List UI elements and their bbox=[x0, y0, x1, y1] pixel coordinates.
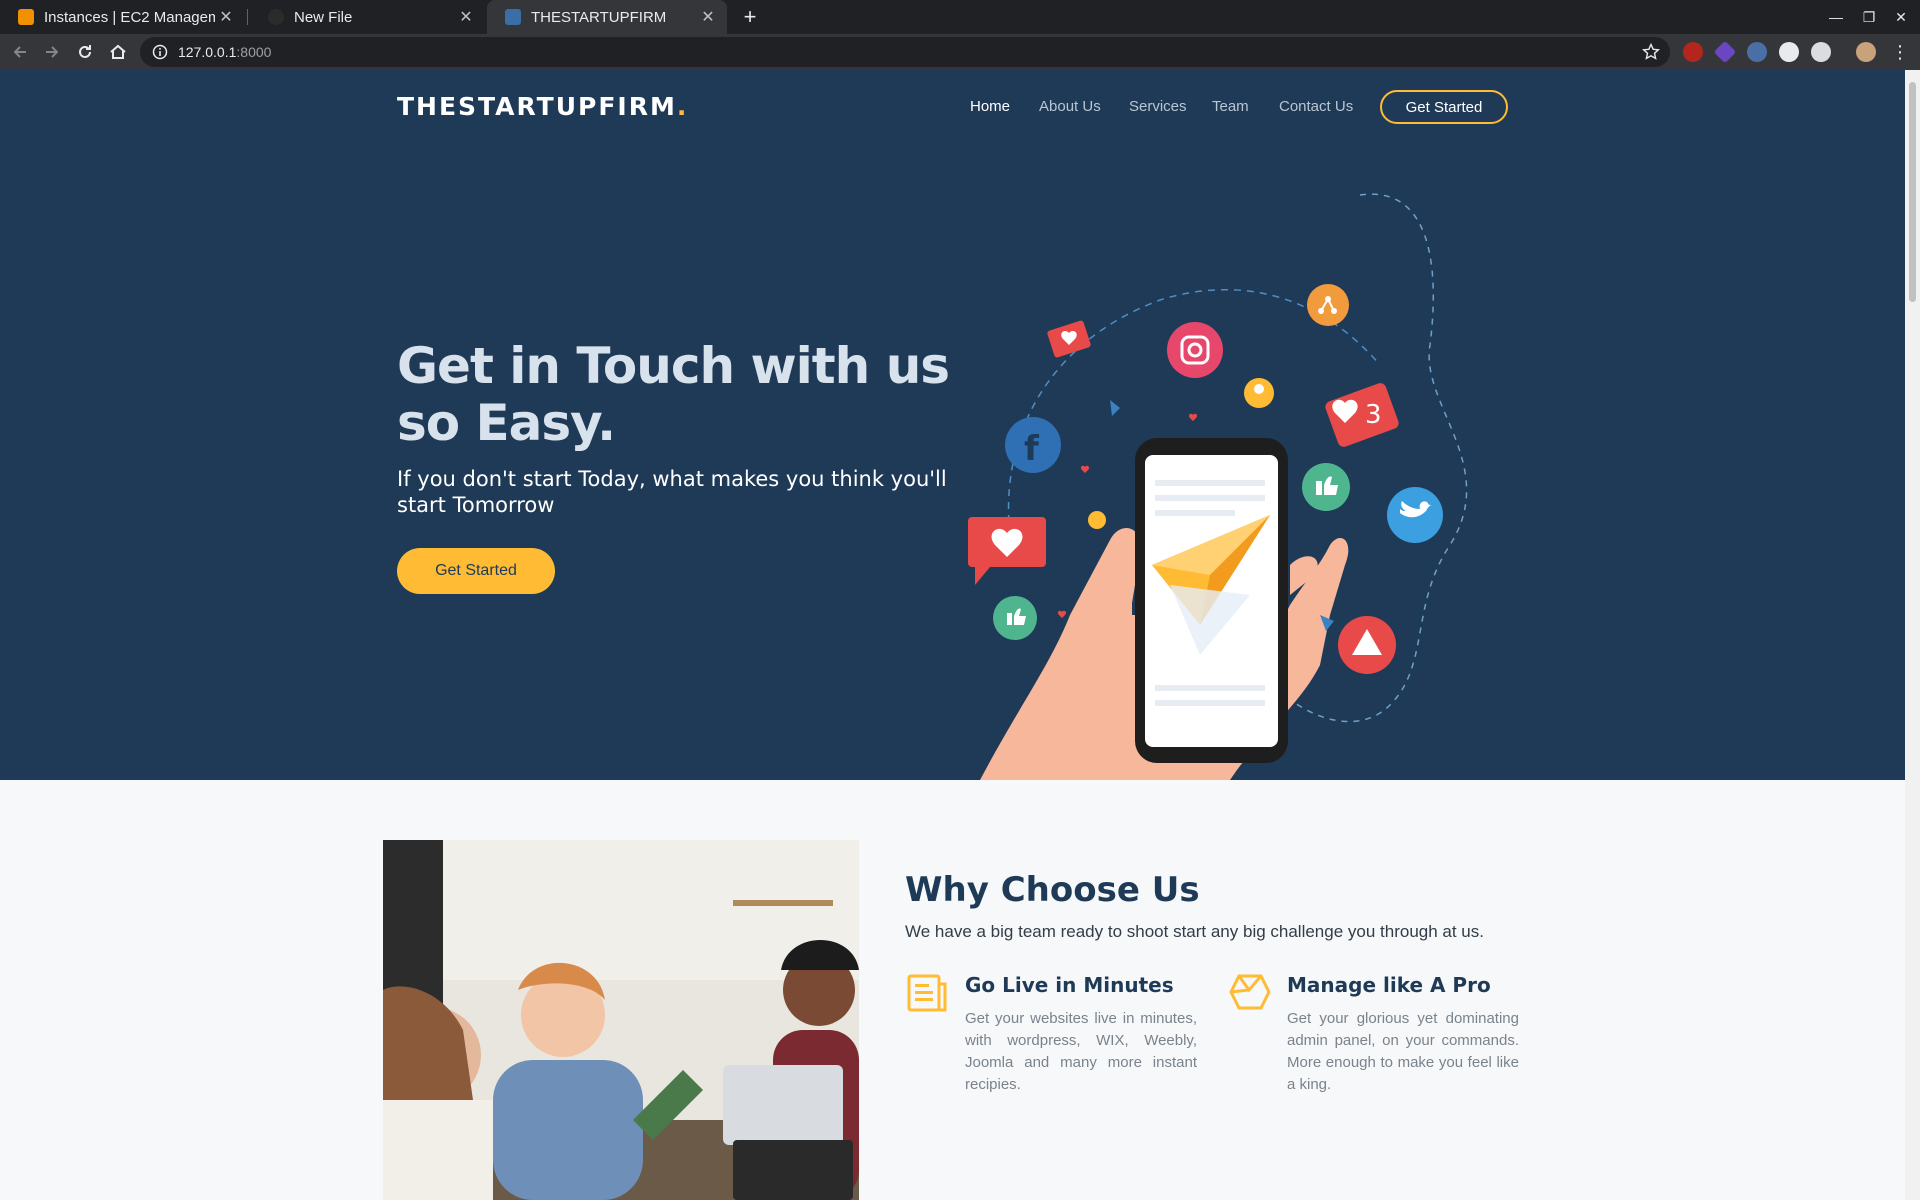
extension-icon[interactable] bbox=[1779, 42, 1799, 62]
restore-icon[interactable]: ❐ bbox=[1858, 6, 1880, 28]
url-host: 127.0.0.1 bbox=[178, 44, 237, 60]
header-get-started-button[interactable]: Get Started bbox=[1380, 90, 1508, 124]
extension-icon[interactable] bbox=[1811, 42, 1831, 62]
logo-dot: . bbox=[676, 92, 689, 121]
feature-title: Manage like A Pro bbox=[1287, 973, 1491, 997]
forward-icon[interactable] bbox=[40, 40, 64, 64]
page-scrollbar[interactable] bbox=[1905, 70, 1920, 1200]
close-icon[interactable]: ✕ bbox=[697, 6, 719, 28]
hero-subtitle: If you don't start Today, what makes you… bbox=[397, 467, 947, 517]
instagram-icon bbox=[1167, 322, 1223, 378]
address-bar[interactable]: 127.0.0.1:8000 bbox=[140, 37, 1670, 67]
tab-new-file[interactable]: New File ✕ bbox=[250, 0, 485, 34]
info-icon[interactable] bbox=[152, 44, 168, 60]
feature-text: Get your glorious yet dominating admin p… bbox=[1287, 1010, 1519, 1093]
feature-title: Go Live in Minutes bbox=[965, 973, 1174, 997]
minimize-icon[interactable]: — bbox=[1825, 6, 1847, 28]
tab-title: Instances | EC2 Management Console bbox=[44, 8, 215, 26]
github-icon bbox=[268, 9, 284, 25]
site-logo[interactable]: THESTARTUPFIRM. bbox=[397, 92, 688, 121]
ublock-extension-icon[interactable] bbox=[1683, 42, 1703, 62]
thumb-icon bbox=[1110, 400, 1120, 416]
likes-badge bbox=[1325, 383, 1399, 447]
team-photo bbox=[383, 840, 859, 1200]
nav-contact-us[interactable]: Contact Us bbox=[1279, 98, 1353, 115]
tab-title: THESTARTUPFIRM bbox=[531, 8, 667, 26]
page-viewport: THESTARTUPFIRM. Home About Us Services T… bbox=[0, 70, 1905, 1200]
close-icon[interactable]: ✕ bbox=[455, 6, 477, 28]
back-icon[interactable] bbox=[8, 40, 32, 64]
hero-title: Get in Touch with us so Easy. bbox=[397, 337, 950, 452]
document-icon bbox=[907, 974, 947, 1012]
feature-text: Get your websites live in minutes, with … bbox=[965, 1010, 1197, 1093]
tab-separator bbox=[247, 9, 248, 25]
extension-icon[interactable] bbox=[1713, 40, 1737, 64]
nav-services[interactable]: Services bbox=[1129, 98, 1187, 115]
site-icon bbox=[505, 9, 521, 25]
tab-ec2[interactable]: Instances | EC2 Management Console ✕ bbox=[0, 0, 245, 34]
hero-section: THESTARTUPFIRM. Home About Us Services T… bbox=[0, 70, 1905, 780]
why-choose-us-subtitle: We have a big team ready to shoot start … bbox=[905, 922, 1484, 941]
window-close-icon[interactable]: ✕ bbox=[1890, 6, 1912, 28]
aws-box-icon bbox=[18, 9, 34, 25]
why-choose-us-title: Why Choose Us bbox=[905, 870, 1200, 910]
browser-toolbar: 127.0.0.1:8000 ⋮ bbox=[0, 34, 1920, 70]
nav-home[interactable]: Home bbox=[970, 98, 1010, 115]
likes-count: 3 bbox=[1365, 400, 1382, 430]
box-icon bbox=[1229, 974, 1271, 1010]
logo-text: THESTARTUPFIRM bbox=[397, 92, 677, 121]
svg-text:f: f bbox=[1024, 429, 1040, 469]
menu-kebab-icon[interactable]: ⋮ bbox=[1888, 40, 1912, 64]
tab-title: New File bbox=[294, 8, 353, 26]
nav-about-us[interactable]: About Us bbox=[1039, 98, 1101, 115]
home-icon[interactable] bbox=[106, 40, 130, 64]
url-port: :8000 bbox=[236, 44, 272, 60]
share-icon bbox=[1307, 284, 1349, 326]
extension-key-icon[interactable] bbox=[1747, 42, 1767, 62]
url-text: 127.0.0.1:8000 bbox=[178, 44, 271, 60]
reload-icon[interactable] bbox=[73, 40, 97, 64]
tab-strip: Instances | EC2 Management Console ✕ New… bbox=[0, 0, 1920, 34]
tab-thestartupfirm[interactable]: THESTARTUPFIRM ✕ bbox=[487, 0, 727, 34]
profile-avatar[interactable] bbox=[1856, 42, 1876, 62]
close-icon[interactable]: ✕ bbox=[215, 6, 237, 28]
hero-illustration: f 3 bbox=[968, 193, 1468, 780]
scrollbar-thumb[interactable] bbox=[1909, 82, 1916, 302]
nav-team[interactable]: Team bbox=[1212, 98, 1249, 115]
new-tab-button[interactable]: + bbox=[737, 4, 763, 30]
coin-icon bbox=[1088, 511, 1106, 529]
bookmark-star-icon[interactable] bbox=[1642, 43, 1660, 61]
hero-get-started-button[interactable]: Get Started bbox=[397, 548, 555, 594]
